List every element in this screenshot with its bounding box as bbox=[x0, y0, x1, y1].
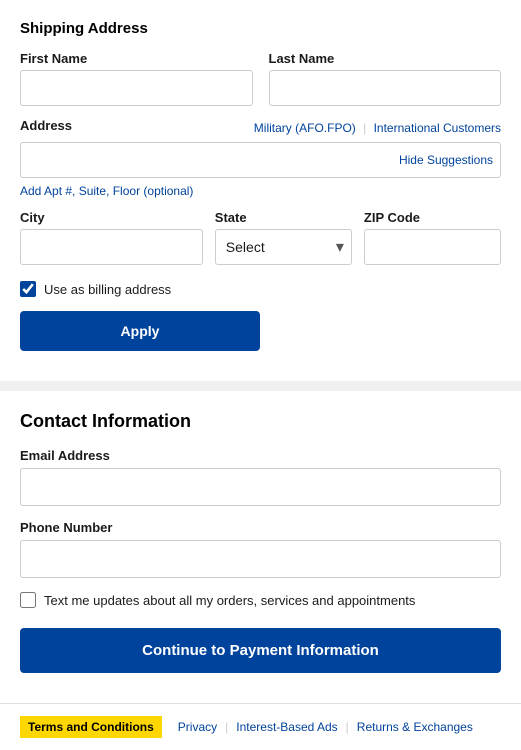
phone-group: Phone Number bbox=[20, 520, 501, 578]
address-header-row: Address Military (AFO.FPO) | Internation… bbox=[20, 118, 501, 138]
international-link[interactable]: International Customers bbox=[374, 121, 501, 135]
terms-and-conditions-link[interactable]: Terms and Conditions bbox=[20, 716, 162, 738]
military-link[interactable]: Military (AFO.FPO) bbox=[254, 121, 356, 135]
billing-checkbox-label[interactable]: Use as billing address bbox=[44, 282, 171, 297]
city-label: City bbox=[20, 210, 203, 225]
state-select[interactable]: Select AL AK AZ CA CO CT FL GA HI NY TX bbox=[215, 229, 352, 265]
zip-group: ZIP Code bbox=[364, 210, 501, 265]
city-group: City bbox=[20, 210, 203, 265]
text-updates-row: Text me updates about all my orders, ser… bbox=[20, 592, 501, 608]
shipping-address-section: Shipping Address First Name Last Name Ad… bbox=[0, 0, 521, 381]
shipping-address-title: Shipping Address bbox=[20, 20, 501, 37]
zip-label: ZIP Code bbox=[364, 210, 501, 225]
text-updates-label[interactable]: Text me updates about all my orders, ser… bbox=[44, 593, 415, 608]
contact-information-title: Contact Information bbox=[20, 411, 501, 432]
last-name-label: Last Name bbox=[269, 51, 502, 66]
hide-suggestions-button[interactable]: Hide Suggestions bbox=[399, 153, 493, 167]
text-updates-checkbox[interactable] bbox=[20, 592, 36, 608]
first-name-label: First Name bbox=[20, 51, 253, 66]
email-input[interactable] bbox=[20, 468, 501, 506]
city-state-zip-row: City State Select AL AK AZ CA CO CT FL G… bbox=[20, 210, 501, 265]
address-label: Address bbox=[20, 118, 72, 133]
first-name-group: First Name bbox=[20, 51, 253, 106]
footer: Terms and Conditions Privacy | Interest-… bbox=[0, 703, 521, 750]
returns-exchanges-link[interactable]: Returns & Exchanges bbox=[349, 720, 481, 734]
billing-checkbox-row: Use as billing address bbox=[20, 281, 501, 297]
address-input-wrapper: Hide Suggestions bbox=[20, 142, 501, 178]
state-group: State Select AL AK AZ CA CO CT FL GA HI … bbox=[215, 210, 352, 265]
city-input[interactable] bbox=[20, 229, 203, 265]
link-separator: | bbox=[363, 121, 369, 135]
interest-based-ads-link[interactable]: Interest-Based Ads bbox=[228, 720, 345, 734]
first-name-input[interactable] bbox=[20, 70, 253, 106]
name-row: First Name Last Name bbox=[20, 51, 501, 106]
state-select-wrapper: Select AL AK AZ CA CO CT FL GA HI NY TX … bbox=[215, 229, 352, 265]
billing-checkbox[interactable] bbox=[20, 281, 36, 297]
last-name-group: Last Name bbox=[269, 51, 502, 106]
zip-input[interactable] bbox=[364, 229, 501, 265]
address-links: Military (AFO.FPO) | International Custo… bbox=[254, 121, 501, 135]
add-apt-link[interactable]: Add Apt #, Suite, Floor (optional) bbox=[20, 184, 193, 198]
phone-input[interactable] bbox=[20, 540, 501, 578]
privacy-link[interactable]: Privacy bbox=[170, 720, 225, 734]
email-group: Email Address bbox=[20, 448, 501, 506]
state-label: State bbox=[215, 210, 352, 225]
last-name-input[interactable] bbox=[269, 70, 502, 106]
apply-button[interactable]: Apply bbox=[20, 311, 260, 351]
email-label: Email Address bbox=[20, 448, 501, 463]
phone-label: Phone Number bbox=[20, 520, 501, 535]
continue-button[interactable]: Continue to Payment Information bbox=[20, 628, 501, 673]
contact-information-section: Contact Information Email Address Phone … bbox=[0, 391, 521, 703]
